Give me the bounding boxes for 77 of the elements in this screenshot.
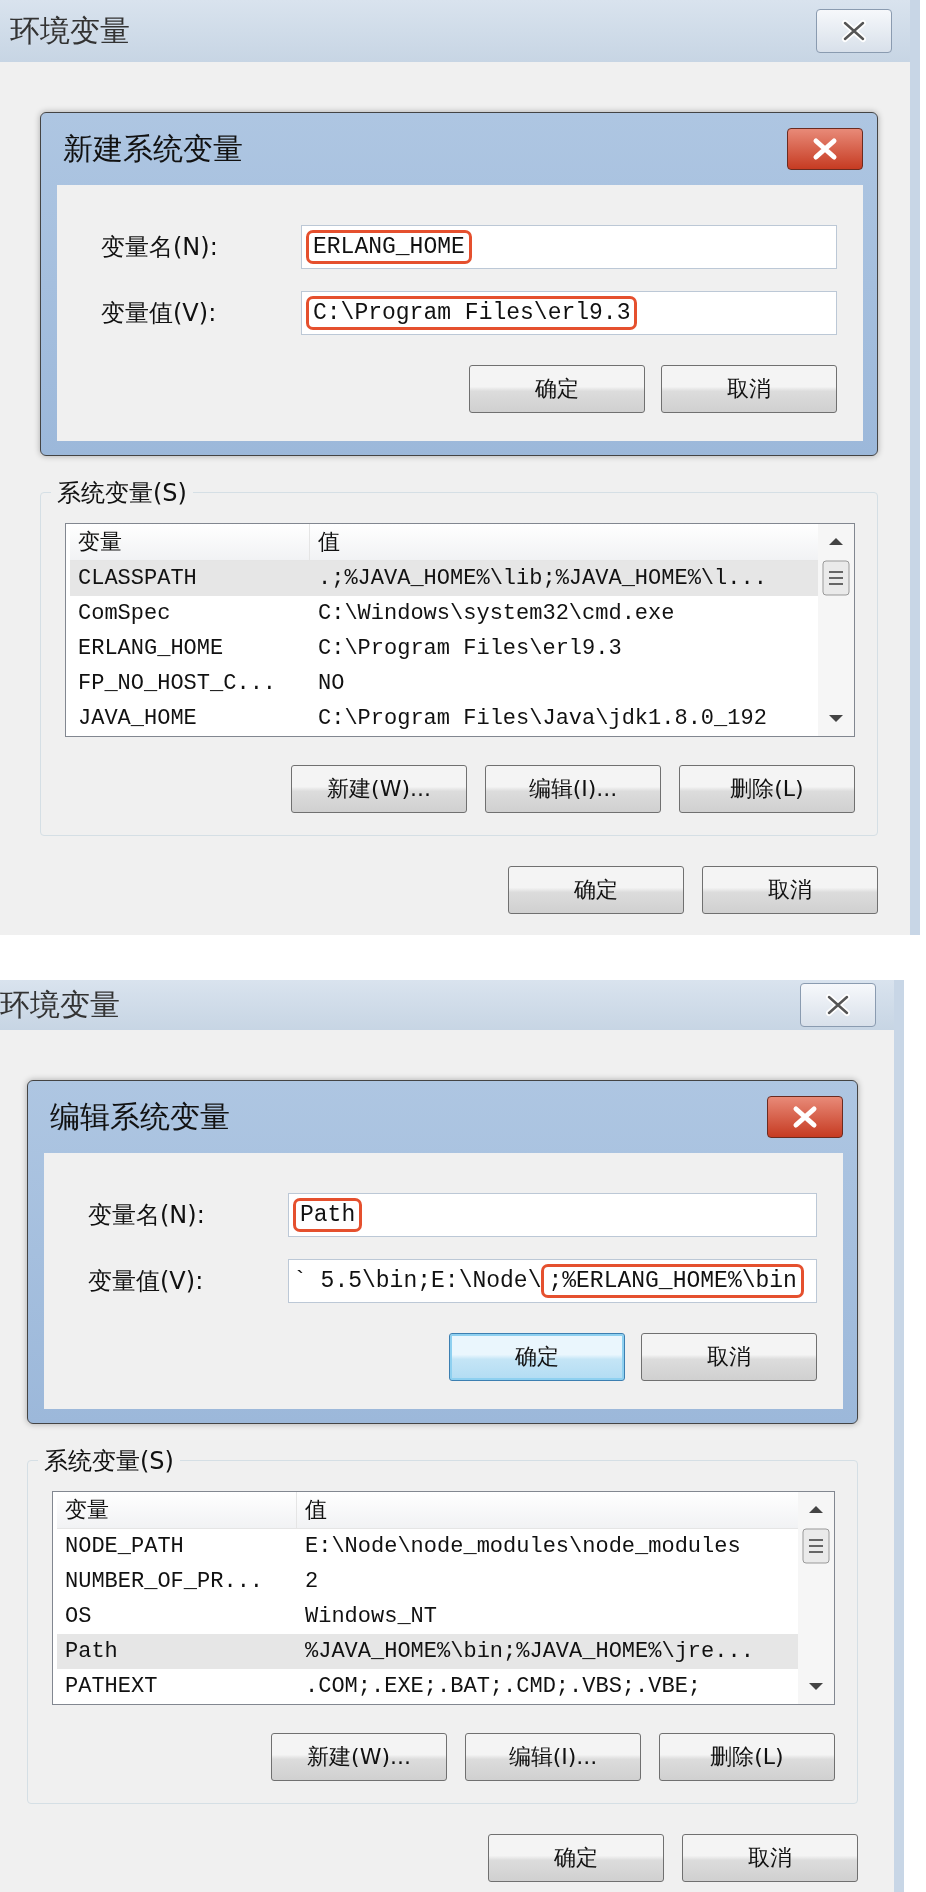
variable-name: PATHEXT [64, 1674, 159, 1699]
scroll-thumb[interactable] [802, 1528, 830, 1564]
ok-button[interactable]: 确定 [488, 1834, 664, 1882]
list-row[interactable]: ERLANG_HOME C:\Program Files\erl9.3 [70, 631, 818, 666]
cancel-button[interactable]: 取消 [641, 1333, 817, 1381]
list-action-button[interactable]: 编辑(I)... [465, 1733, 641, 1781]
scrollbar[interactable] [818, 524, 854, 736]
variable-value: C:\Program Files\Java\jdk1.8.0_192 [317, 706, 767, 731]
list-action-button[interactable]: 新建(W)... [291, 765, 467, 813]
list-action-button[interactable]: 编辑(I)... [485, 765, 661, 813]
close-icon [824, 993, 852, 1017]
dialog-title: 新建系统变量 [62, 129, 243, 168]
field-label: 变量名(N): [88, 1200, 206, 1231]
variable-value: Windows_NT [304, 1604, 438, 1629]
ok-button[interactable]: 确定 [508, 866, 684, 914]
field-label: 变量名(N): [101, 232, 219, 263]
input-field[interactable]: ` 5.5\bin;E:\Node\ ;%ERLANG_HOME%\bin [288, 1259, 817, 1303]
field-label: 变量值(V): [88, 1266, 205, 1297]
list-row[interactable]: ComSpec C:\Windows\system32\cmd.exe [70, 596, 818, 631]
scrollbar[interactable] [798, 1492, 834, 1704]
highlighted-text: ;%ERLANG_HOME%\bin [541, 1264, 804, 1298]
variable-value: %JAVA_HOME%\bin;%JAVA_HOME%\jre... [304, 1639, 754, 1664]
list-action-button[interactable]: 删除(L) [679, 765, 855, 813]
list-row[interactable]: FP_NO_HOST_C... NO [70, 666, 818, 701]
window-title: 环境变量 [10, 11, 130, 50]
cancel-button[interactable]: 取消 [702, 866, 878, 914]
variable-name: FP_NO_HOST_C... [77, 671, 278, 696]
variable-name: ComSpec [77, 601, 172, 626]
list-row[interactable]: JAVA_HOME C:\Program Files\Java\jdk1.8.0_192 [70, 701, 818, 736]
variable-name: NUMBER_OF_PR... [64, 1569, 265, 1594]
column-header[interactable]: 变量 [70, 524, 310, 560]
input-field[interactable]: ERLANG_HOME [301, 225, 837, 269]
input-field[interactable]: C:\Program Files\erl9.3 [301, 291, 837, 335]
variable-value: 2 [304, 1569, 319, 1594]
list-action-button[interactable]: 新建(W)... [271, 1733, 447, 1781]
list-row[interactable]: NUMBER_OF_PR... 2 [57, 1564, 798, 1599]
variable-name: NODE_PATH [64, 1534, 185, 1559]
ok-button[interactable]: 确定 [449, 1333, 625, 1381]
cancel-button[interactable]: 取消 [682, 1834, 858, 1882]
variable-name: Path [64, 1639, 119, 1664]
close-icon [811, 137, 839, 161]
close-icon [840, 19, 868, 43]
close-button[interactable] [787, 128, 863, 170]
variable-value: .COM;.EXE;.BAT;.CMD;.VBS;.VBE; [304, 1674, 702, 1699]
close-button[interactable] [800, 983, 876, 1027]
variable-value: C:\Windows\system32\cmd.exe [317, 601, 675, 626]
close-icon [791, 1105, 819, 1129]
window-title: 环境变量 [0, 985, 120, 1024]
field-text: ` 5.5\bin;E:\Node\ [293, 1267, 542, 1295]
highlighted-text: C:\Program Files\erl9.3 [306, 296, 638, 330]
close-button[interactable] [816, 9, 892, 53]
column-header[interactable]: 变量 [57, 1492, 297, 1528]
variable-value: C:\Program Files\erl9.3 [317, 636, 622, 661]
column-header[interactable]: 值 [310, 524, 340, 560]
list-row[interactable]: PATHEXT .COM;.EXE;.BAT;.CMD;.VBS;.VBE; [57, 1669, 798, 1704]
list-row[interactable]: NODE_PATH E:\Node\node_modules\node_modules [57, 1529, 798, 1564]
close-button[interactable] [767, 1096, 843, 1138]
variable-name: ERLANG_HOME [77, 636, 225, 661]
highlighted-text: Path [293, 1198, 363, 1232]
list-action-button[interactable]: 删除(L) [659, 1733, 835, 1781]
list-row[interactable]: Path %JAVA_HOME%\bin;%JAVA_HOME%\jre... [57, 1634, 798, 1669]
variable-name: JAVA_HOME [77, 706, 198, 731]
list-row[interactable]: CLASSPATH .;%JAVA_HOME%\lib;%JAVA_HOME%\l... [70, 561, 818, 596]
highlighted-text: ERLANG_HOME [306, 230, 472, 264]
variable-value: E:\Node\node_modules\node_modules [304, 1534, 741, 1559]
column-header[interactable]: 值 [297, 1492, 327, 1528]
variable-name: CLASSPATH [77, 566, 198, 591]
variable-name: OS [64, 1604, 93, 1629]
dialog-title: 编辑系统变量 [49, 1097, 230, 1136]
cancel-button[interactable]: 取消 [661, 365, 837, 413]
ok-button[interactable]: 确定 [469, 365, 645, 413]
input-field[interactable]: Path [288, 1193, 817, 1237]
list-row[interactable]: OS Windows_NT [57, 1599, 798, 1634]
field-label: 变量值(V): [101, 298, 218, 329]
variable-value: .;%JAVA_HOME%\lib;%JAVA_HOME%\l... [317, 566, 767, 591]
variable-value: NO [317, 671, 345, 696]
scroll-thumb[interactable] [822, 560, 850, 596]
